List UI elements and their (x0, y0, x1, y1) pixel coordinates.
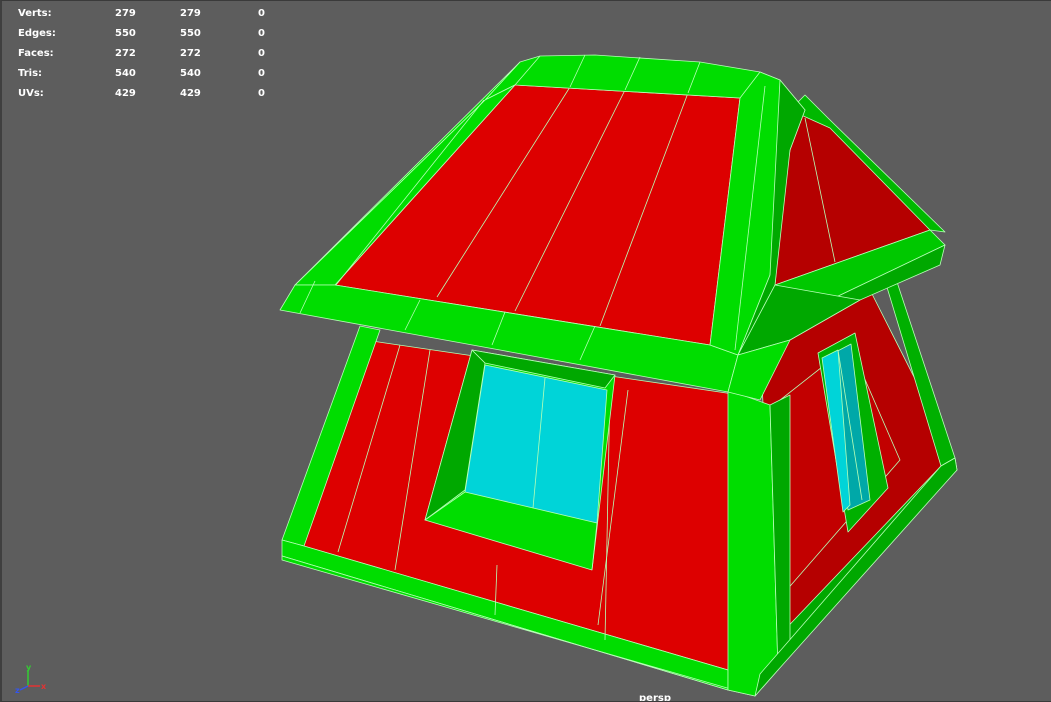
hud-value: 429 (115, 88, 136, 99)
hud-row-uvs: UVs: 429 429 0 (18, 84, 278, 104)
poly-count-hud: Verts: 279 279 0 Edges: 550 550 0 Faces:… (18, 4, 278, 104)
hud-value: 550 (180, 28, 201, 39)
hud-value: 429 (180, 88, 201, 99)
hud-label: Edges: (18, 28, 56, 39)
axis-gizmo-icon: y x z (15, 663, 47, 694)
camera-name-label: persp (639, 693, 671, 702)
hud-label: Faces: (18, 48, 54, 59)
hud-label: Tris: (18, 68, 43, 79)
hud-value: 279 (180, 8, 201, 19)
perspective-viewport[interactable]: Verts: 279 279 0 Edges: 550 550 0 Faces:… (0, 0, 1051, 702)
hud-value: 0 (258, 48, 265, 59)
hud-value: 0 (258, 8, 265, 19)
hud-value: 540 (180, 68, 201, 79)
axis-z-label: z (15, 686, 20, 694)
hud-label: UVs: (18, 88, 44, 99)
hud-value: 272 (115, 48, 136, 59)
hud-row-tris: Tris: 540 540 0 (18, 64, 278, 84)
hud-row-verts: Verts: 279 279 0 (18, 4, 278, 24)
hud-value: 272 (180, 48, 201, 59)
front-right-corner-trim[interactable] (727, 389, 779, 697)
hud-label: Verts: (18, 8, 52, 19)
hud-value: 0 (258, 28, 265, 39)
hud-row-faces: Faces: 272 272 0 (18, 44, 278, 64)
hud-row-edges: Edges: 550 550 0 (18, 24, 278, 44)
axis-x-label: x (41, 682, 47, 691)
hud-value: 0 (258, 68, 265, 79)
hud-value: 0 (258, 88, 265, 99)
hud-value: 279 (115, 8, 136, 19)
hud-value: 540 (115, 68, 136, 79)
axis-y-label: y (26, 663, 32, 672)
hud-value: 550 (115, 28, 136, 39)
house-mesh[interactable] (0, 0, 1051, 702)
